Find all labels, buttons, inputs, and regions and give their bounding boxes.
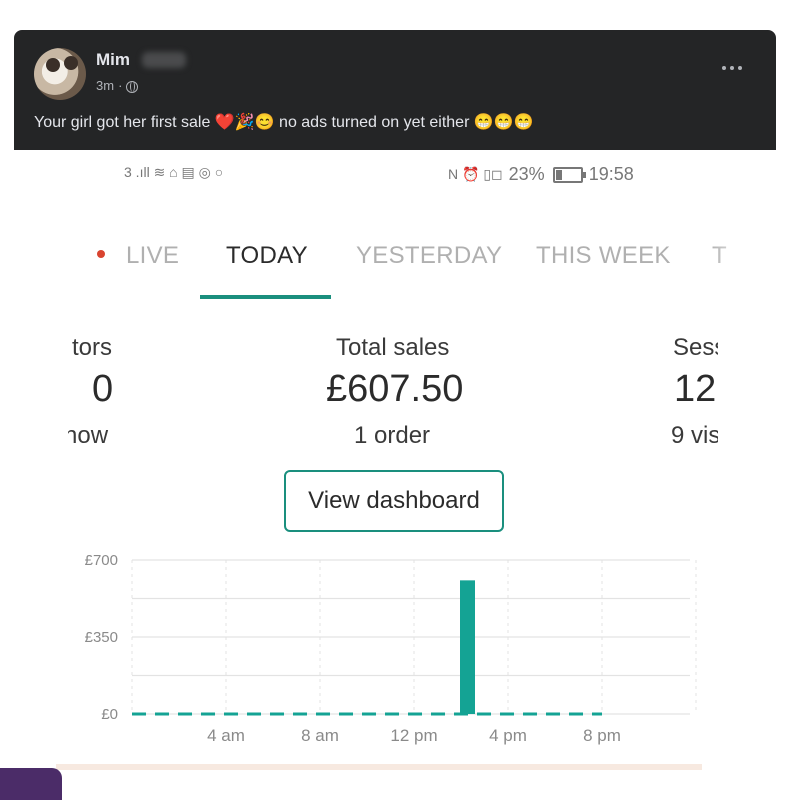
sales-chart: £700 £350 £0 4 am 8 am 12 pm 4 pm 8 pm bbox=[14, 540, 776, 790]
tab-live[interactable]: LIVE bbox=[126, 242, 179, 270]
post-text: Your girl got her first sale ❤️🎉😊 no ads… bbox=[34, 114, 534, 131]
live-dot-icon bbox=[97, 250, 105, 258]
x-tick-label: 8 am bbox=[301, 726, 339, 745]
x-tick-label: 12 pm bbox=[390, 726, 437, 745]
clock-time: 19:58 bbox=[588, 164, 634, 184]
status-icons-right: N ⏰ ▯◻ bbox=[448, 166, 503, 182]
tabs-fade bbox=[710, 236, 776, 306]
avatar[interactable] bbox=[34, 48, 86, 100]
tab-yesterday[interactable]: YESTERDAY bbox=[356, 242, 502, 270]
purple-corner bbox=[0, 768, 62, 800]
more-options-button[interactable] bbox=[714, 56, 750, 80]
active-tab-indicator bbox=[200, 295, 331, 299]
name-blur bbox=[142, 52, 186, 68]
sales-bar bbox=[460, 580, 475, 714]
tab-this-week[interactable]: THIS WEEK bbox=[536, 242, 671, 270]
view-dashboard-button[interactable]: View dashboard bbox=[284, 470, 504, 532]
total-sales-label: Total sales bbox=[336, 334, 450, 361]
stats-clip-left bbox=[14, 320, 68, 460]
x-tick-label: 4 pm bbox=[489, 726, 527, 745]
total-sales-value: £607.50 bbox=[326, 368, 464, 410]
status-right: N ⏰ ▯◻ 23% 19:58 bbox=[448, 164, 634, 185]
visitors-label: tors bbox=[72, 334, 113, 361]
battery-percent: 23% bbox=[508, 164, 545, 184]
bottom-strip bbox=[56, 764, 702, 770]
sessions-value: 12 bbox=[674, 368, 717, 410]
x-tick-label: 8 pm bbox=[583, 726, 621, 745]
status-icons-left: 3 .ıll ≋ ⌂ ▤ ◎ ○ bbox=[124, 164, 224, 180]
y-tick-label: £350 bbox=[85, 629, 118, 646]
post-meta: 3m · bbox=[96, 78, 139, 93]
post-time[interactable]: 3m bbox=[96, 78, 114, 93]
facebook-post: Mim 3m · Your girl got her first sale ❤️… bbox=[14, 30, 776, 800]
sessions-sub: 9 vis bbox=[671, 422, 721, 449]
status-left: 3 .ıll ≋ ⌂ ▤ ◎ ○ bbox=[124, 164, 223, 181]
meta-separator: · bbox=[118, 78, 123, 93]
stats-clip-right bbox=[718, 320, 776, 460]
date-range-tabs: LIVE TODAY YESTERDAY THIS WEEK T bbox=[14, 242, 776, 302]
globe-icon bbox=[126, 80, 139, 93]
phone-status-bar: 3 .ıll ≋ ⌂ ▤ ◎ ○ N ⏰ ▯◻ 23% 19:58 bbox=[14, 164, 776, 186]
total-sales-orders: 1 order bbox=[354, 422, 431, 449]
y-tick-label: £700 bbox=[85, 552, 118, 569]
visitors-sub: now bbox=[64, 422, 109, 449]
battery-icon bbox=[552, 166, 586, 183]
x-tick-label: 4 am bbox=[207, 726, 245, 745]
y-tick-label: £0 bbox=[101, 706, 118, 723]
sales-chart-svg: £700 £350 £0 4 am 8 am 12 pm 4 pm 8 pm bbox=[85, 552, 697, 745]
post-photo[interactable]: 3 .ıll ≋ ⌂ ▤ ◎ ○ N ⏰ ▯◻ 23% 19:58 LIVE T… bbox=[14, 150, 776, 800]
author-name[interactable]: Mim bbox=[96, 50, 130, 70]
tab-today[interactable]: TODAY bbox=[226, 242, 308, 270]
visitors-value: 0 bbox=[92, 368, 114, 410]
